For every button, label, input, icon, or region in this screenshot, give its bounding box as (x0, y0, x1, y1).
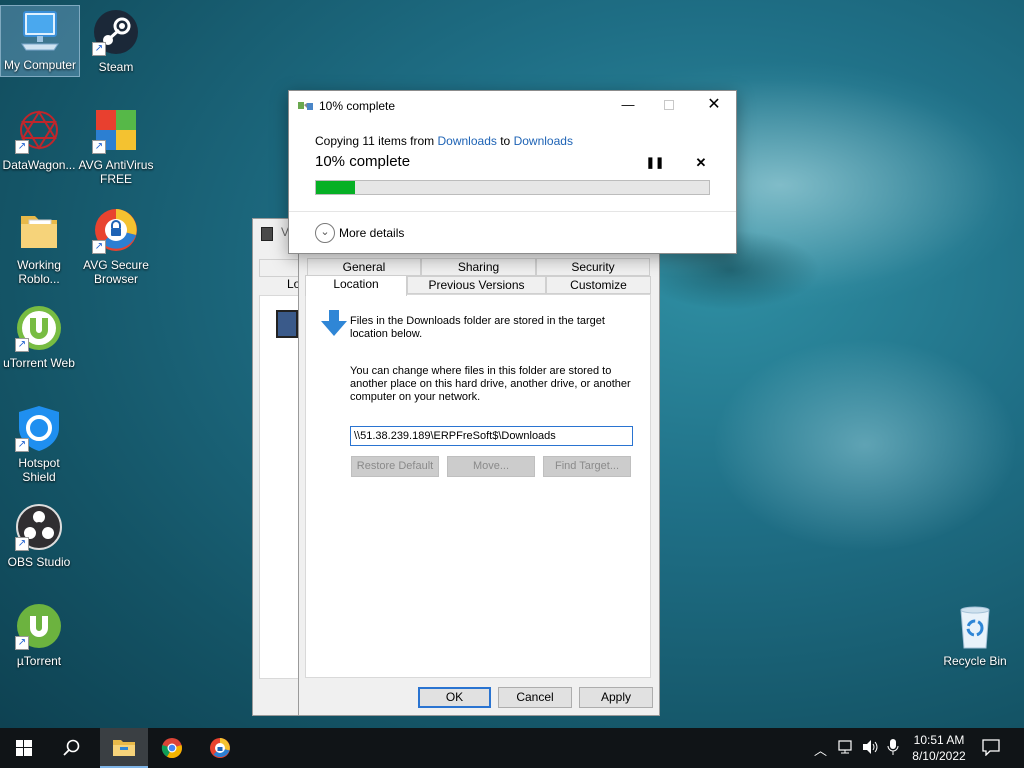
arrow-down-icon (320, 309, 348, 337)
pause-icon: ❚❚ (645, 157, 665, 169)
volume-icon[interactable] (862, 739, 880, 758)
background-window[interactable]: V Lo (252, 218, 303, 716)
progress-bar (315, 180, 710, 195)
taskbar-chrome[interactable] (148, 728, 196, 768)
tab-customize[interactable]: Customize (546, 276, 651, 294)
desktop-icon-label: My Computer (3, 58, 77, 72)
taskbar: ︿ 10:51 AM 8/10/2022 (0, 728, 1024, 768)
clock-date: 8/10/2022 (912, 749, 966, 763)
desktop-icon-recycle-bin[interactable]: Recycle Bin (936, 602, 1014, 668)
utorrent-icon: ↗ (15, 602, 63, 650)
tab-location[interactable]: Location (305, 275, 407, 296)
destination-link[interactable]: Downloads (514, 134, 573, 148)
desktop-icon-label: Working Roblo... (17, 258, 61, 286)
divider (289, 211, 736, 212)
progress-status: 10% complete (315, 153, 411, 170)
file-explorer-icon (113, 740, 135, 756)
obs-icon: ↗ (15, 503, 63, 551)
restore-default-button[interactable]: Restore Default (351, 456, 439, 477)
search-icon (63, 739, 80, 756)
desktop-icon-working-roblox[interactable]: Working Roblo... (0, 206, 78, 286)
cancel-copy-icon: ✕ (695, 155, 707, 170)
recycle-bin-icon (951, 602, 999, 650)
desktop-icon-utorrent[interactable]: ↗ µTorrent (0, 602, 78, 668)
folder-icon (15, 206, 63, 254)
cancel-copy-button[interactable]: ✕ (691, 154, 711, 172)
network-icon[interactable] (838, 739, 856, 758)
desktop-icon-label: uTorrent Web (3, 356, 75, 370)
minimize-icon: — (621, 97, 635, 112)
desktop-icon-label: AVG AntiVirus FREE (78, 158, 154, 186)
taskbar-avg-browser[interactable] (196, 728, 244, 768)
avg-antivirus-icon: ↗ (92, 106, 140, 154)
desktop-icon-avg-browser[interactable]: ↗ AVG Secure Browser (77, 206, 155, 286)
datawagon-icon: ↗ (15, 106, 63, 154)
tab-security[interactable]: Security (536, 258, 650, 276)
search-button[interactable] (48, 728, 96, 768)
taskbar-file-explorer[interactable] (100, 728, 148, 768)
desktop-icon-label: AVG Secure Browser (83, 258, 149, 286)
notification-icon[interactable] (982, 738, 1000, 759)
close-button[interactable]: ✕ (692, 91, 736, 121)
desktop-icon-utorrent-web[interactable]: ↗ uTorrent Web (0, 304, 78, 370)
location-change-text: You can change where files in this folde… (350, 365, 631, 403)
microphone-icon[interactable] (887, 738, 899, 759)
desktop-icon-label: µTorrent (16, 654, 62, 668)
desktop-icon-steam[interactable]: ↗ Steam (77, 8, 155, 74)
chevron-up-icon[interactable]: ︿ (814, 740, 827, 759)
apply-button[interactable]: Apply (579, 687, 653, 708)
desktop-icon-label: Steam (98, 60, 134, 74)
desktop-icon-obs-studio[interactable]: ↗ OBS Studio (0, 503, 78, 569)
ok-button[interactable]: OK (418, 687, 491, 708)
copy-progress-dialog: 10% complete — ✕ Copying 11 items from D… (288, 90, 737, 254)
desktop-icon-label: Hotspot Shield (18, 456, 60, 484)
find-target-button[interactable]: Find Target... (543, 456, 631, 477)
avg-browser-icon (210, 738, 230, 758)
more-details-link[interactable]: More details (339, 226, 404, 240)
clock[interactable]: 10:51 AM 8/10/2022 (906, 732, 972, 764)
chevron-down-icon[interactable]: ⌄ (315, 223, 335, 243)
pause-button[interactable]: ❚❚ (645, 154, 665, 172)
video-file-icon (261, 227, 273, 241)
copy-description: Copying 11 items from Downloads to Downl… (315, 134, 573, 148)
tab-sharing[interactable]: Sharing (421, 258, 536, 276)
hotspot-shield-icon: ↗ (15, 404, 63, 452)
copy-prefix-text: Copying 11 items from (315, 134, 435, 148)
location-path-input[interactable]: \\51.38.239.189\ERPFreSoft$\Downloads (350, 426, 633, 446)
move-button[interactable]: Move... (447, 456, 535, 477)
minimize-button[interactable]: — (607, 91, 649, 121)
windows-icon (16, 740, 32, 756)
wallpaper-wave (700, 330, 1024, 560)
tab-previous-versions[interactable]: Previous Versions (407, 276, 546, 294)
progress-bar-fill (316, 181, 356, 194)
maximize-icon (664, 100, 674, 110)
to-text: to (500, 134, 511, 148)
desktop-icon-avg-antivirus[interactable]: ↗ AVG AntiVirus FREE (77, 106, 155, 186)
start-button[interactable] (0, 728, 48, 768)
location-info-text: Files in the Downloads folder are stored… (350, 315, 605, 340)
steam-icon: ↗ (92, 8, 140, 56)
desktop-icon-label: DataWagon... (2, 158, 76, 172)
location-panel: Files in the Downloads folder are stored… (305, 294, 651, 678)
maximize-button[interactable] (649, 91, 691, 121)
cancel-button[interactable]: Cancel (498, 687, 572, 708)
desktop-icon-label: Recycle Bin (943, 654, 1007, 668)
film-icon (276, 310, 298, 338)
desktop-icon-my-computer[interactable]: My Computer (0, 5, 80, 77)
avg-browser-icon: ↗ (92, 206, 140, 254)
source-link[interactable]: Downloads (438, 134, 497, 148)
computer-icon (16, 6, 64, 54)
desktop-icon-hotspot-shield[interactable]: ↗ Hotspot Shield (0, 404, 78, 484)
tab-general[interactable]: General (307, 258, 421, 276)
utorrent-web-icon: ↗ (15, 304, 63, 352)
desktop-icon-label: OBS Studio (7, 555, 71, 569)
close-icon: ✕ (707, 96, 721, 113)
dialog-title: 10% complete (319, 99, 396, 113)
chrome-icon (161, 738, 182, 759)
copy-icon (298, 100, 314, 112)
clock-time: 10:51 AM (913, 733, 965, 747)
desktop-icon-datawagon[interactable]: ↗ DataWagon... (0, 106, 78, 172)
